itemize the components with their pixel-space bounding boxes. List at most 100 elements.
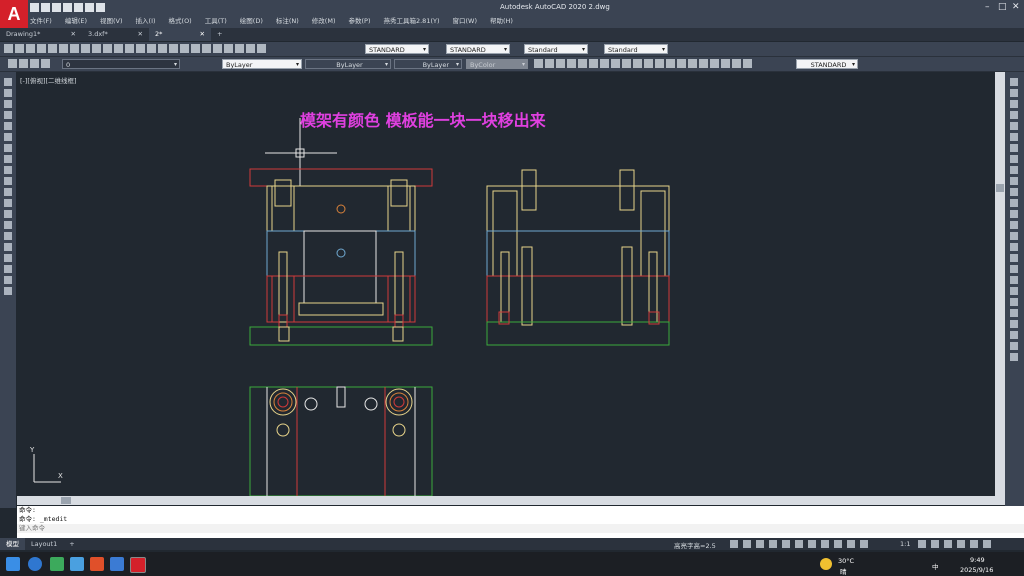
match-properties-icon[interactable] — [103, 44, 112, 53]
plus-icon[interactable] — [931, 540, 939, 548]
clean-screen-icon[interactable] — [970, 540, 978, 548]
sheet-set-icon[interactable] — [224, 44, 233, 53]
new-icon[interactable] — [30, 3, 39, 12]
angular-icon[interactable] — [611, 59, 620, 68]
aligned-dim-icon[interactable] — [545, 59, 554, 68]
ellipse-icon[interactable] — [4, 177, 12, 185]
tab-3dxf[interactable]: 3.dxf* ✕ — [82, 28, 149, 41]
otrack-icon[interactable] — [795, 540, 803, 548]
edge-browser-icon[interactable] — [28, 557, 42, 571]
tab-drawing1[interactable]: Drawing1* ✕ — [0, 28, 82, 41]
color-select[interactable]: ByLayer — [222, 59, 302, 70]
mtext-icon[interactable] — [4, 276, 12, 284]
osnap-icon[interactable] — [782, 540, 790, 548]
mleader-style-select[interactable]: Standard — [604, 44, 668, 55]
menu-view[interactable]: 视图(V) — [100, 15, 123, 25]
redo-icon[interactable] — [136, 44, 145, 53]
insert-block-icon[interactable] — [4, 199, 12, 207]
gradient-icon[interactable] — [4, 243, 12, 251]
arc-icon[interactable] — [4, 133, 12, 141]
lineweight-toggle-icon[interactable] — [808, 540, 816, 548]
menu-dimension[interactable]: 标注(N) — [276, 15, 299, 25]
cut-icon[interactable] — [70, 44, 79, 53]
menu-insert[interactable]: 插入(I) — [136, 15, 156, 25]
isolate-icon[interactable] — [944, 540, 952, 548]
menu-modify[interactable]: 修改(M) — [312, 15, 336, 25]
ellipse-arc-icon[interactable] — [4, 188, 12, 196]
layer-merge-icon[interactable] — [1010, 353, 1018, 361]
design-center-icon[interactable] — [202, 44, 211, 53]
layer-unlock-icon[interactable] — [1010, 320, 1018, 328]
clock-date[interactable]: 2025/9/16 — [960, 566, 993, 574]
make-block-icon[interactable] — [4, 210, 12, 218]
explode-icon[interactable] — [1010, 265, 1018, 273]
polar-icon[interactable] — [769, 540, 777, 548]
layer-select[interactable]: 0 — [62, 59, 180, 70]
circle-icon[interactable] — [4, 144, 12, 152]
linetype-select[interactable]: ByLayer — [305, 59, 391, 70]
minimize-button[interactable]: – — [985, 2, 990, 12]
layer-walk-icon[interactable] — [1010, 342, 1018, 350]
continue-icon[interactable] — [644, 59, 653, 68]
mirror-icon[interactable] — [1010, 100, 1018, 108]
paste-icon[interactable] — [92, 44, 101, 53]
snap-icon[interactable] — [743, 540, 751, 548]
save-icon[interactable] — [26, 44, 35, 53]
chamfer-icon[interactable] — [1010, 232, 1018, 240]
hatch-icon[interactable] — [4, 232, 12, 240]
rectangle-icon[interactable] — [4, 122, 12, 130]
quick-dim-icon[interactable] — [622, 59, 631, 68]
vertical-scroll-thumb[interactable] — [996, 184, 1004, 192]
command-input[interactable]: 键入命令 — [17, 524, 1024, 533]
text-style-select[interactable]: STANDARD — [365, 44, 429, 55]
tab-layout1[interactable]: Layout1 — [25, 538, 63, 550]
space-icon[interactable] — [655, 59, 664, 68]
dim-style-select[interactable]: STANDARD — [446, 44, 510, 55]
wechat-icon[interactable] — [50, 557, 64, 571]
point-icon[interactable] — [4, 221, 12, 229]
workspace-gear-icon[interactable] — [918, 540, 926, 548]
ortho-icon[interactable] — [756, 540, 764, 548]
break-icon[interactable] — [1010, 210, 1018, 218]
plot-icon[interactable] — [74, 3, 83, 12]
publish-icon[interactable] — [59, 44, 68, 53]
dim-style-standard-select[interactable]: STANDARD — [796, 59, 858, 70]
diameter-icon[interactable] — [600, 59, 609, 68]
hardware-accel-icon[interactable] — [957, 540, 965, 548]
polyline-icon[interactable] — [4, 100, 12, 108]
lineweight-select[interactable]: ByLayer — [394, 59, 462, 70]
table-style-select[interactable]: Standard — [524, 44, 588, 55]
grid-icon[interactable] — [730, 540, 738, 548]
menu-file[interactable]: 文件(F) — [30, 15, 52, 25]
windows-start-icon[interactable] — [6, 557, 20, 571]
dim-text-edit-icon[interactable] — [732, 59, 741, 68]
tolerance-icon[interactable] — [677, 59, 686, 68]
horizontal-scrollbar[interactable] — [17, 496, 1005, 505]
close-button[interactable]: ✕ — [1012, 2, 1020, 12]
spline-icon[interactable] — [4, 166, 12, 174]
jogged-icon[interactable] — [589, 59, 598, 68]
mold-top-view[interactable] — [249, 386, 433, 496]
zoom-realtime-icon[interactable] — [158, 44, 167, 53]
inspect-icon[interactable] — [699, 59, 708, 68]
menu-yanxiu-toolbox[interactable]: 燕秀工具箱2.81(Y) — [383, 15, 439, 25]
radius-icon[interactable] — [578, 59, 587, 68]
maximize-button[interactable]: □ — [998, 2, 1007, 12]
close-icon[interactable]: ✕ — [200, 28, 205, 41]
redo-icon[interactable] — [96, 3, 105, 12]
linear-dim-icon[interactable] — [534, 59, 543, 68]
arc-length-icon[interactable] — [556, 59, 565, 68]
menu-window[interactable]: 窗口(W) — [453, 15, 478, 25]
annotation-scale[interactable]: 1:1 — [900, 540, 910, 548]
undo-icon[interactable] — [125, 44, 134, 53]
vertical-scrollbar[interactable] — [995, 72, 1005, 496]
array-icon[interactable] — [1010, 122, 1018, 130]
menu-parametric[interactable]: 参数(P) — [348, 15, 370, 25]
undo-icon[interactable] — [85, 3, 94, 12]
markup-icon[interactable] — [235, 44, 244, 53]
extend-icon[interactable] — [1010, 188, 1018, 196]
jogged-linear-icon[interactable] — [710, 59, 719, 68]
trim-icon[interactable] — [1010, 177, 1018, 185]
command-window[interactable]: 命令: 命令: _mtedit 键入命令 — [17, 506, 1024, 538]
new-tab-button[interactable]: + — [211, 28, 228, 41]
